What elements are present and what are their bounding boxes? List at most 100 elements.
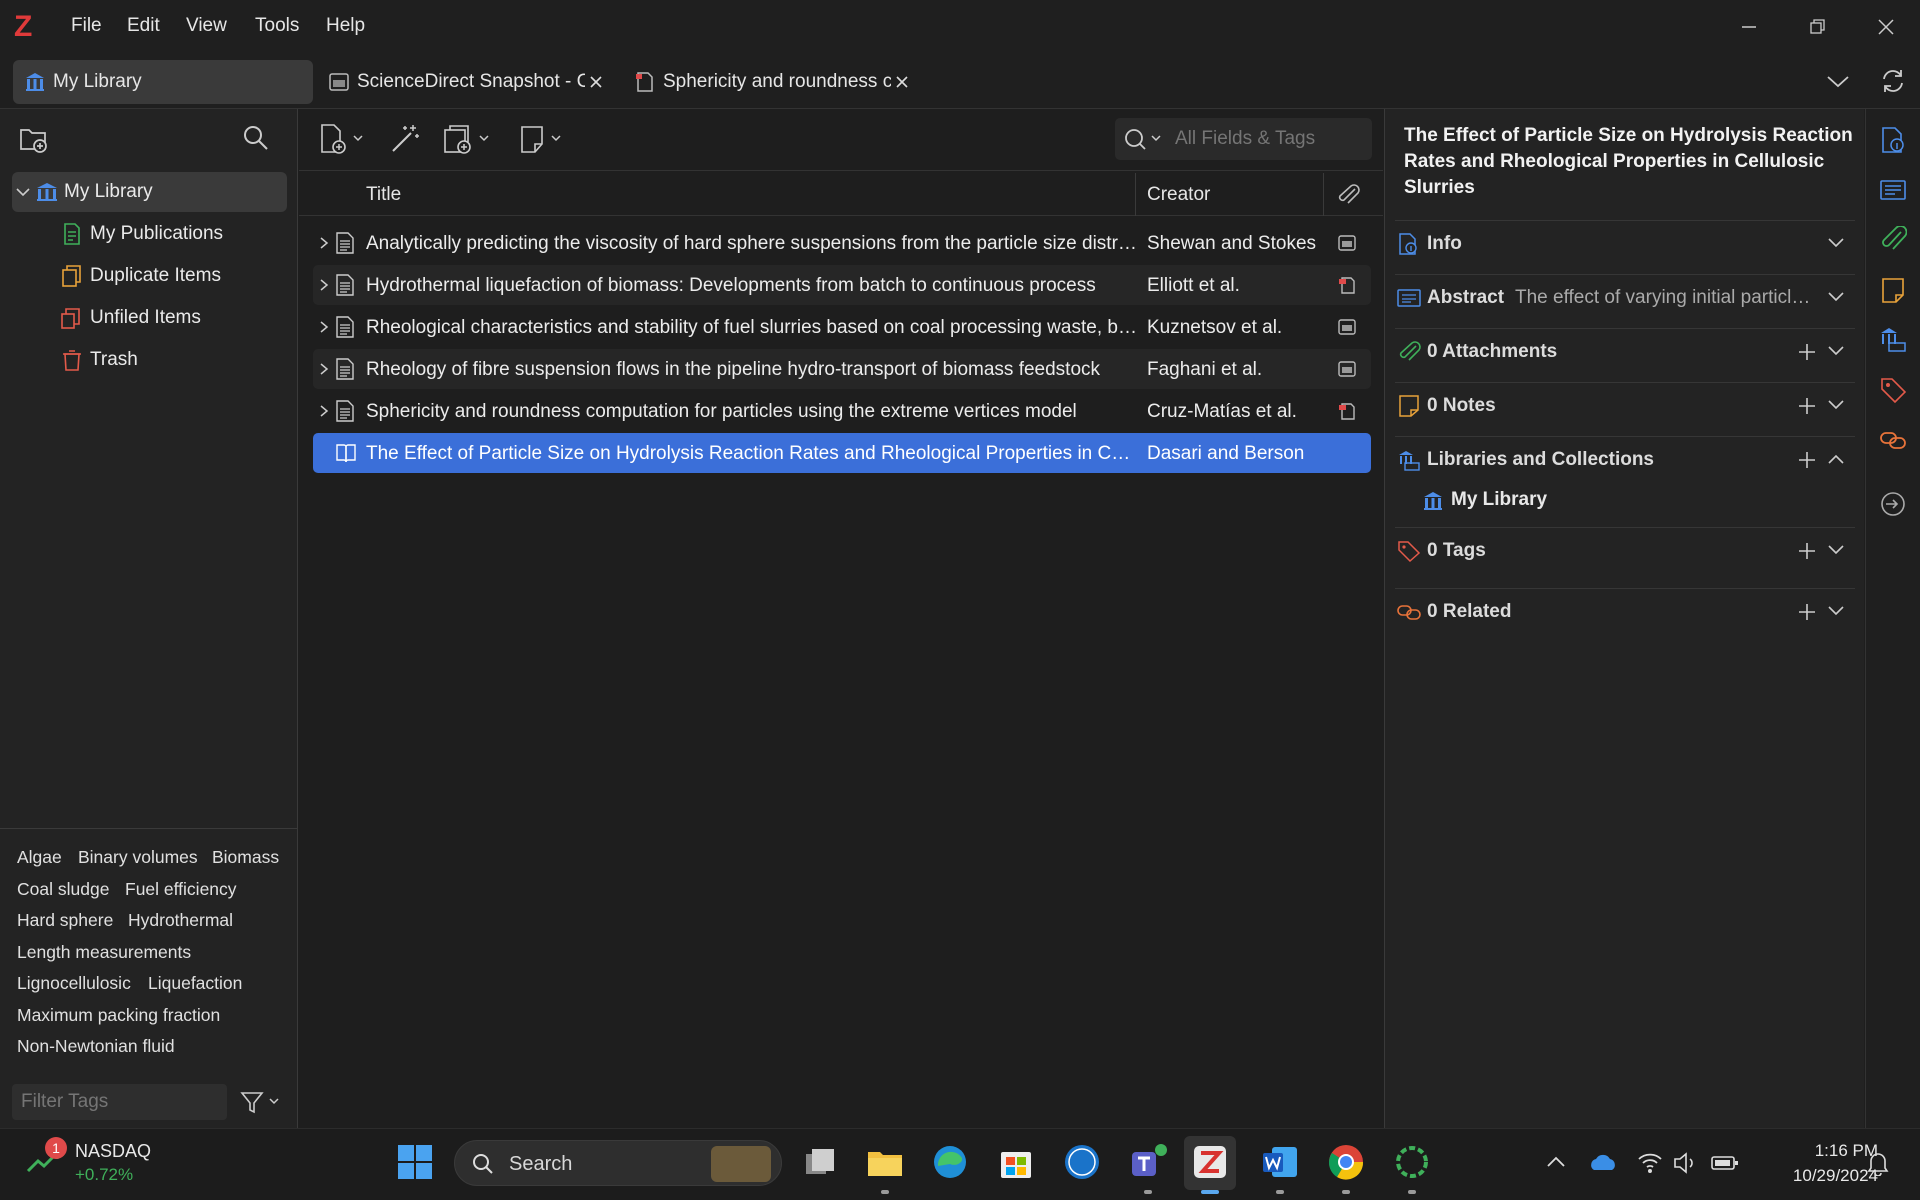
notifications-bell-icon[interactable] [1865, 1150, 1891, 1176]
search-icon[interactable] [1123, 127, 1169, 153]
greenshot-icon[interactable] [1392, 1142, 1432, 1182]
minimize-button[interactable] [1735, 14, 1763, 40]
search-input[interactable] [1175, 126, 1365, 152]
notes-nav-icon[interactable] [1879, 276, 1907, 304]
section-libraries-collections[interactable]: Libraries and Collections My Library [1395, 436, 1855, 524]
section-notes[interactable]: 0 Notes [1395, 382, 1855, 428]
chevron-down-icon[interactable] [12, 182, 34, 202]
column-divider[interactable] [1135, 173, 1136, 216]
restore-button[interactable] [1803, 14, 1831, 40]
close-tab-icon[interactable] [587, 73, 605, 91]
table-row[interactable]: Analytically predicting the viscosity of… [313, 223, 1371, 263]
tag-item[interactable]: Non-Newtonian fluid [17, 1036, 175, 1057]
column-divider[interactable] [1323, 173, 1324, 216]
new-item-icon[interactable] [318, 122, 368, 156]
tag-item[interactable]: Binary volumes [78, 847, 198, 868]
chevron-right-icon[interactable] [317, 319, 331, 335]
collection-trash[interactable]: Trash [60, 340, 138, 380]
tag-item[interactable]: Algae [17, 847, 62, 868]
info-nav-icon[interactable] [1879, 126, 1907, 154]
task-view-icon[interactable] [800, 1142, 840, 1182]
chevron-down-icon[interactable] [1827, 604, 1845, 618]
table-row[interactable]: Sphericity and roundness computation for… [313, 391, 1371, 431]
taskbar-search[interactable]: Search [454, 1140, 782, 1186]
add-by-identifier-icon[interactable] [388, 122, 422, 156]
battery-icon[interactable] [1710, 1150, 1740, 1176]
clock-time[interactable]: 1:16 PM [1758, 1141, 1878, 1161]
table-row[interactable]: Hydrothermal liquefaction of biomass: De… [313, 265, 1371, 305]
tag-item[interactable]: Fuel efficiency [125, 879, 237, 900]
search-box[interactable] [1115, 118, 1372, 160]
tag-item[interactable]: Coal sludge [17, 879, 109, 900]
zotero-taskbar-icon[interactable] [1190, 1142, 1230, 1182]
filter-tags-input[interactable] [12, 1084, 227, 1120]
tag-item[interactable]: Liquefaction [148, 973, 242, 994]
table-row-selected[interactable]: The Effect of Particle Size on Hydrolysi… [313, 433, 1371, 473]
teams-icon[interactable] [1128, 1142, 1168, 1182]
chevron-right-icon[interactable] [317, 235, 331, 251]
snapshot-attachment-icon[interactable] [1337, 360, 1357, 378]
sync-icon[interactable] [1878, 66, 1908, 96]
menu-view[interactable]: View [186, 15, 227, 37]
table-row[interactable]: Rheology of fibre suspension flows in th… [313, 349, 1371, 389]
menu-help[interactable]: Help [326, 15, 365, 37]
chevron-down-icon[interactable] [1827, 398, 1845, 412]
related-nav-icon[interactable] [1879, 426, 1907, 454]
tabs-menu-chevron-icon[interactable] [1825, 72, 1851, 92]
menu-file[interactable]: File [71, 15, 102, 37]
tags-nav-icon[interactable] [1879, 376, 1907, 404]
edge-icon[interactable] [930, 1142, 970, 1182]
tag-item[interactable]: Hard sphere [17, 910, 113, 931]
attachments-nav-icon[interactable] [1879, 226, 1907, 254]
table-row[interactable]: Rheological characteristics and stabilit… [313, 307, 1371, 347]
chevron-down-icon[interactable] [1827, 290, 1845, 304]
chrome-icon[interactable] [1326, 1142, 1366, 1182]
library-entry[interactable]: My Library [1451, 489, 1547, 511]
stock-name[interactable]: NASDAQ [75, 1141, 151, 1162]
menu-tools[interactable]: Tools [255, 15, 299, 37]
libraries-nav-icon[interactable] [1879, 326, 1907, 354]
chevron-down-icon[interactable] [1827, 236, 1845, 250]
chevron-right-icon[interactable] [317, 361, 331, 377]
word-icon[interactable] [1260, 1142, 1300, 1182]
abstract-nav-icon[interactable] [1879, 176, 1907, 204]
snapshot-attachment-icon[interactable] [1337, 234, 1357, 252]
tag-item[interactable]: Biomass [212, 847, 279, 868]
windows-start-icon[interactable] [395, 1142, 435, 1182]
onedrive-icon[interactable] [1588, 1150, 1618, 1174]
microsoft-store-icon[interactable] [996, 1142, 1036, 1182]
chevron-down-icon[interactable] [1827, 543, 1845, 557]
tag-item[interactable]: Maximum packing fraction [17, 1005, 220, 1026]
pdf-attachment-icon[interactable] [1337, 402, 1357, 420]
clock-date[interactable]: 10/29/2024 [1758, 1166, 1878, 1186]
add-attachment-plus-icon[interactable] [1797, 342, 1817, 362]
new-note-icon[interactable] [518, 122, 568, 156]
show-hidden-icons-chevron-icon[interactable] [1545, 1152, 1567, 1172]
section-tags[interactable]: 0 Tags [1395, 527, 1855, 573]
tab-my-library[interactable]: My Library [13, 60, 313, 104]
collection-my-publications[interactable]: My Publications [60, 214, 223, 254]
chevron-right-icon[interactable] [317, 403, 331, 419]
add-tag-plus-icon[interactable] [1797, 541, 1817, 561]
section-abstract[interactable]: Abstract The effect of varying initial p… [1395, 274, 1855, 320]
column-title[interactable]: Title [366, 184, 401, 206]
chevron-down-icon[interactable] [1827, 344, 1845, 358]
chevron-right-icon[interactable] [317, 277, 331, 293]
attachment-column-icon[interactable] [1335, 183, 1361, 207]
add-attachment-icon[interactable] [442, 122, 494, 156]
chevron-up-icon[interactable] [1827, 452, 1845, 466]
close-window-button[interactable] [1872, 14, 1900, 40]
tab-sciencedirect-snapshot[interactable]: ScienceDirect Snapshot - C [327, 60, 610, 104]
collection-my-library[interactable]: My Library [12, 172, 287, 212]
tag-item[interactable]: Length measurements [17, 942, 191, 963]
add-to-collection-plus-icon[interactable] [1797, 450, 1817, 470]
section-info[interactable]: Info [1395, 220, 1855, 266]
collection-unfiled-items[interactable]: Unfiled Items [60, 298, 201, 338]
new-collection-icon[interactable] [18, 124, 50, 154]
menu-edit[interactable]: Edit [127, 15, 160, 37]
dell-icon[interactable] [1062, 1142, 1102, 1182]
close-tab-icon[interactable] [893, 73, 911, 91]
section-attachments[interactable]: 0 Attachments [1395, 328, 1855, 374]
wifi-icon[interactable] [1636, 1149, 1664, 1175]
volume-icon[interactable] [1672, 1150, 1700, 1176]
